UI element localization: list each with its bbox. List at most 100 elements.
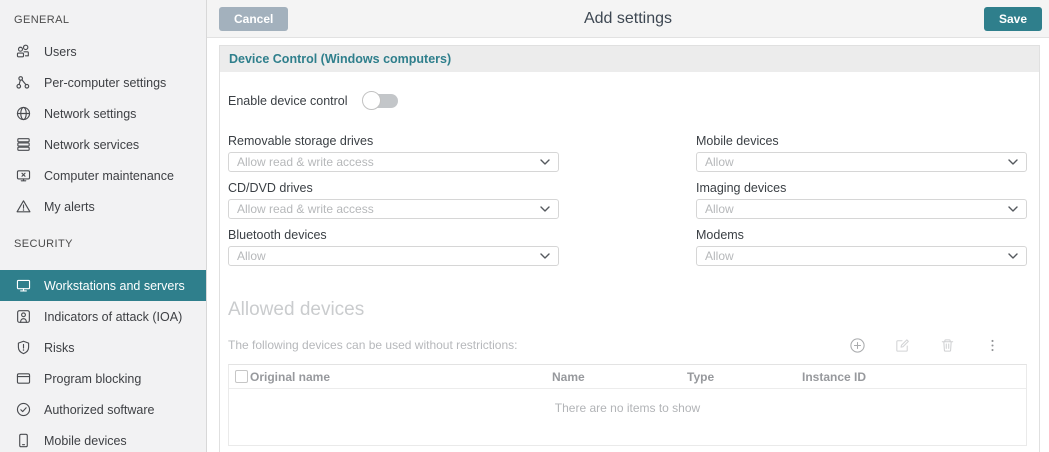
- sidebar-item-users[interactable]: Users: [0, 36, 206, 67]
- modems-select[interactable]: Allow: [696, 246, 1027, 266]
- delete-device-button[interactable]: [938, 336, 956, 354]
- sidebar-item-label: Risks: [44, 340, 75, 355]
- sidebar-item-label: Authorized software: [44, 402, 155, 417]
- sidebar-item-label: My alerts: [44, 199, 95, 214]
- allowed-devices-title: Allowed devices: [228, 299, 365, 320]
- select-value: Allow: [705, 249, 734, 263]
- cd-dvd-drives-select[interactable]: Allow read & write access: [228, 199, 559, 219]
- person-badge-icon: [14, 308, 32, 326]
- field-cd-dvd-drives: CD/DVD drives Allow read & write access: [228, 181, 559, 219]
- phone-icon: [14, 432, 32, 450]
- chevron-down-icon: [540, 253, 550, 259]
- app-window: GENERAL Users Per-computer settings Netw…: [0, 0, 1049, 452]
- sidebar-item-mobile-devices[interactable]: Mobile devices: [0, 425, 206, 452]
- allowed-devices-bar: The following devices can be used withou…: [228, 336, 1027, 354]
- field-label: Mobile devices: [696, 134, 779, 148]
- sidebar-item-indicators-of-attack[interactable]: Indicators of attack (IOA): [0, 301, 206, 332]
- device-control-panel: Device Control (Windows computers) Enabl…: [219, 45, 1040, 452]
- sidebar-item-label: Computer maintenance: [44, 168, 174, 183]
- allowed-devices-toolbar: [848, 336, 1001, 354]
- table-empty-state: There are no items to show: [229, 389, 1026, 445]
- edit-icon: [894, 337, 911, 354]
- check-circle-icon: [14, 401, 32, 419]
- column-header-original-name: Original name: [250, 369, 331, 384]
- field-removable-storage-drives: Removable storage drives Allow read & wr…: [228, 134, 559, 172]
- select-value: Allow read & write access: [237, 202, 374, 216]
- allowed-devices-table: Original name Name Type Instance ID Ther…: [228, 364, 1027, 446]
- sidebar-item-my-alerts[interactable]: My alerts: [0, 191, 206, 222]
- sidebar-item-workstations-and-servers[interactable]: Workstations and servers: [0, 270, 206, 301]
- plus-circle-icon: [849, 337, 866, 354]
- field-label: Imaging devices: [696, 181, 787, 195]
- select-value: Allow: [705, 155, 734, 169]
- enable-device-control-toggle[interactable]: [361, 91, 398, 110]
- users-icon: [14, 43, 32, 61]
- sidebar-item-label: Network services: [44, 137, 140, 152]
- field-label: Removable storage drives: [228, 134, 374, 148]
- edit-device-button[interactable]: [893, 336, 911, 354]
- chevron-down-icon: [540, 206, 550, 212]
- select-value: Allow: [237, 249, 266, 263]
- empty-message: There are no items to show: [554, 401, 701, 415]
- globe-icon: [14, 105, 32, 123]
- sidebar-item-label: Per-computer settings: [44, 75, 167, 90]
- field-mobile-devices: Mobile devices Allow: [696, 134, 1027, 172]
- kebab-menu-icon: [984, 337, 1001, 354]
- column-header-type: Type: [687, 369, 715, 384]
- chevron-down-icon: [1008, 253, 1018, 259]
- window-icon: [14, 370, 32, 388]
- topbar: Cancel Add settings Save: [207, 0, 1049, 38]
- sidebar-item-label: Program blocking: [44, 371, 142, 386]
- removable-storage-drives-select[interactable]: Allow read & write access: [228, 152, 559, 172]
- chevron-down-icon: [1008, 159, 1018, 165]
- sidebar-item-label: Workstations and servers: [44, 278, 185, 293]
- chevron-down-icon: [540, 159, 550, 165]
- sidebar-item-program-blocking[interactable]: Program blocking: [0, 363, 206, 394]
- field-modems: Modems Allow: [696, 228, 1027, 266]
- sidebar-item-label: Mobile devices: [44, 433, 127, 448]
- device-settings-grid: Removable storage drives Allow read & wr…: [228, 134, 1027, 266]
- table-header-row: Original name Name Type Instance ID: [229, 365, 1026, 389]
- sidebar-item-authorized-software[interactable]: Authorized software: [0, 394, 206, 425]
- sidebar-item-network-services[interactable]: Network services: [0, 129, 206, 160]
- sidebar-section-general: GENERAL: [14, 14, 70, 26]
- trash-icon: [939, 337, 956, 354]
- add-device-button[interactable]: [848, 336, 866, 354]
- warning-triangle-icon: [14, 198, 32, 216]
- cancel-button[interactable]: Cancel: [219, 6, 289, 31]
- server-stack-icon: [14, 136, 32, 154]
- panel-body: Enable device control Removable storage …: [220, 72, 1039, 446]
- mobile-devices-select[interactable]: Allow: [696, 152, 1027, 172]
- imaging-devices-select[interactable]: Allow: [696, 199, 1027, 219]
- monitor-icon: [14, 277, 32, 295]
- allowed-devices-section: Allowed devices The following devices ca…: [228, 299, 1027, 446]
- panel-section-title: Device Control (Windows computers): [220, 46, 1039, 72]
- sidebar-item-risks[interactable]: Risks: [0, 332, 206, 363]
- content: Device Control (Windows computers) Enabl…: [207, 38, 1049, 452]
- sidebar-item-label: Users: [44, 44, 77, 59]
- chevron-down-icon: [1008, 206, 1018, 212]
- main-area: Cancel Add settings Save Device Control …: [207, 0, 1049, 452]
- column-header-name: Name: [552, 369, 585, 384]
- field-label: CD/DVD drives: [228, 181, 313, 195]
- field-bluetooth-devices: Bluetooth devices Allow: [228, 228, 559, 266]
- toggle-knob: [361, 91, 381, 110]
- sidebar-item-computer-maintenance[interactable]: Computer maintenance: [0, 160, 206, 191]
- enable-device-control-row: Enable device control: [228, 91, 1027, 110]
- column-header-instance-id: Instance ID: [802, 369, 867, 384]
- monitor-x-icon: [14, 167, 32, 185]
- sidebar-item-network-settings[interactable]: Network settings: [0, 98, 206, 129]
- sidebar-item-label: Network settings: [44, 106, 137, 121]
- more-options-button[interactable]: [983, 336, 1001, 354]
- allowed-devices-description: The following devices can be used withou…: [228, 338, 518, 352]
- save-button[interactable]: Save: [983, 6, 1042, 31]
- sidebar-item-per-computer-settings[interactable]: Per-computer settings: [0, 67, 206, 98]
- select-all-checkbox[interactable]: [235, 370, 248, 383]
- page-title: Add settings: [583, 9, 673, 27]
- bluetooth-devices-select[interactable]: Allow: [228, 246, 559, 266]
- sidebar-item-label: Indicators of attack (IOA): [44, 309, 183, 324]
- field-imaging-devices: Imaging devices Allow: [696, 181, 1027, 219]
- shield-alert-icon: [14, 339, 32, 357]
- field-label: Modems: [696, 228, 744, 242]
- nodes-icon: [14, 74, 32, 92]
